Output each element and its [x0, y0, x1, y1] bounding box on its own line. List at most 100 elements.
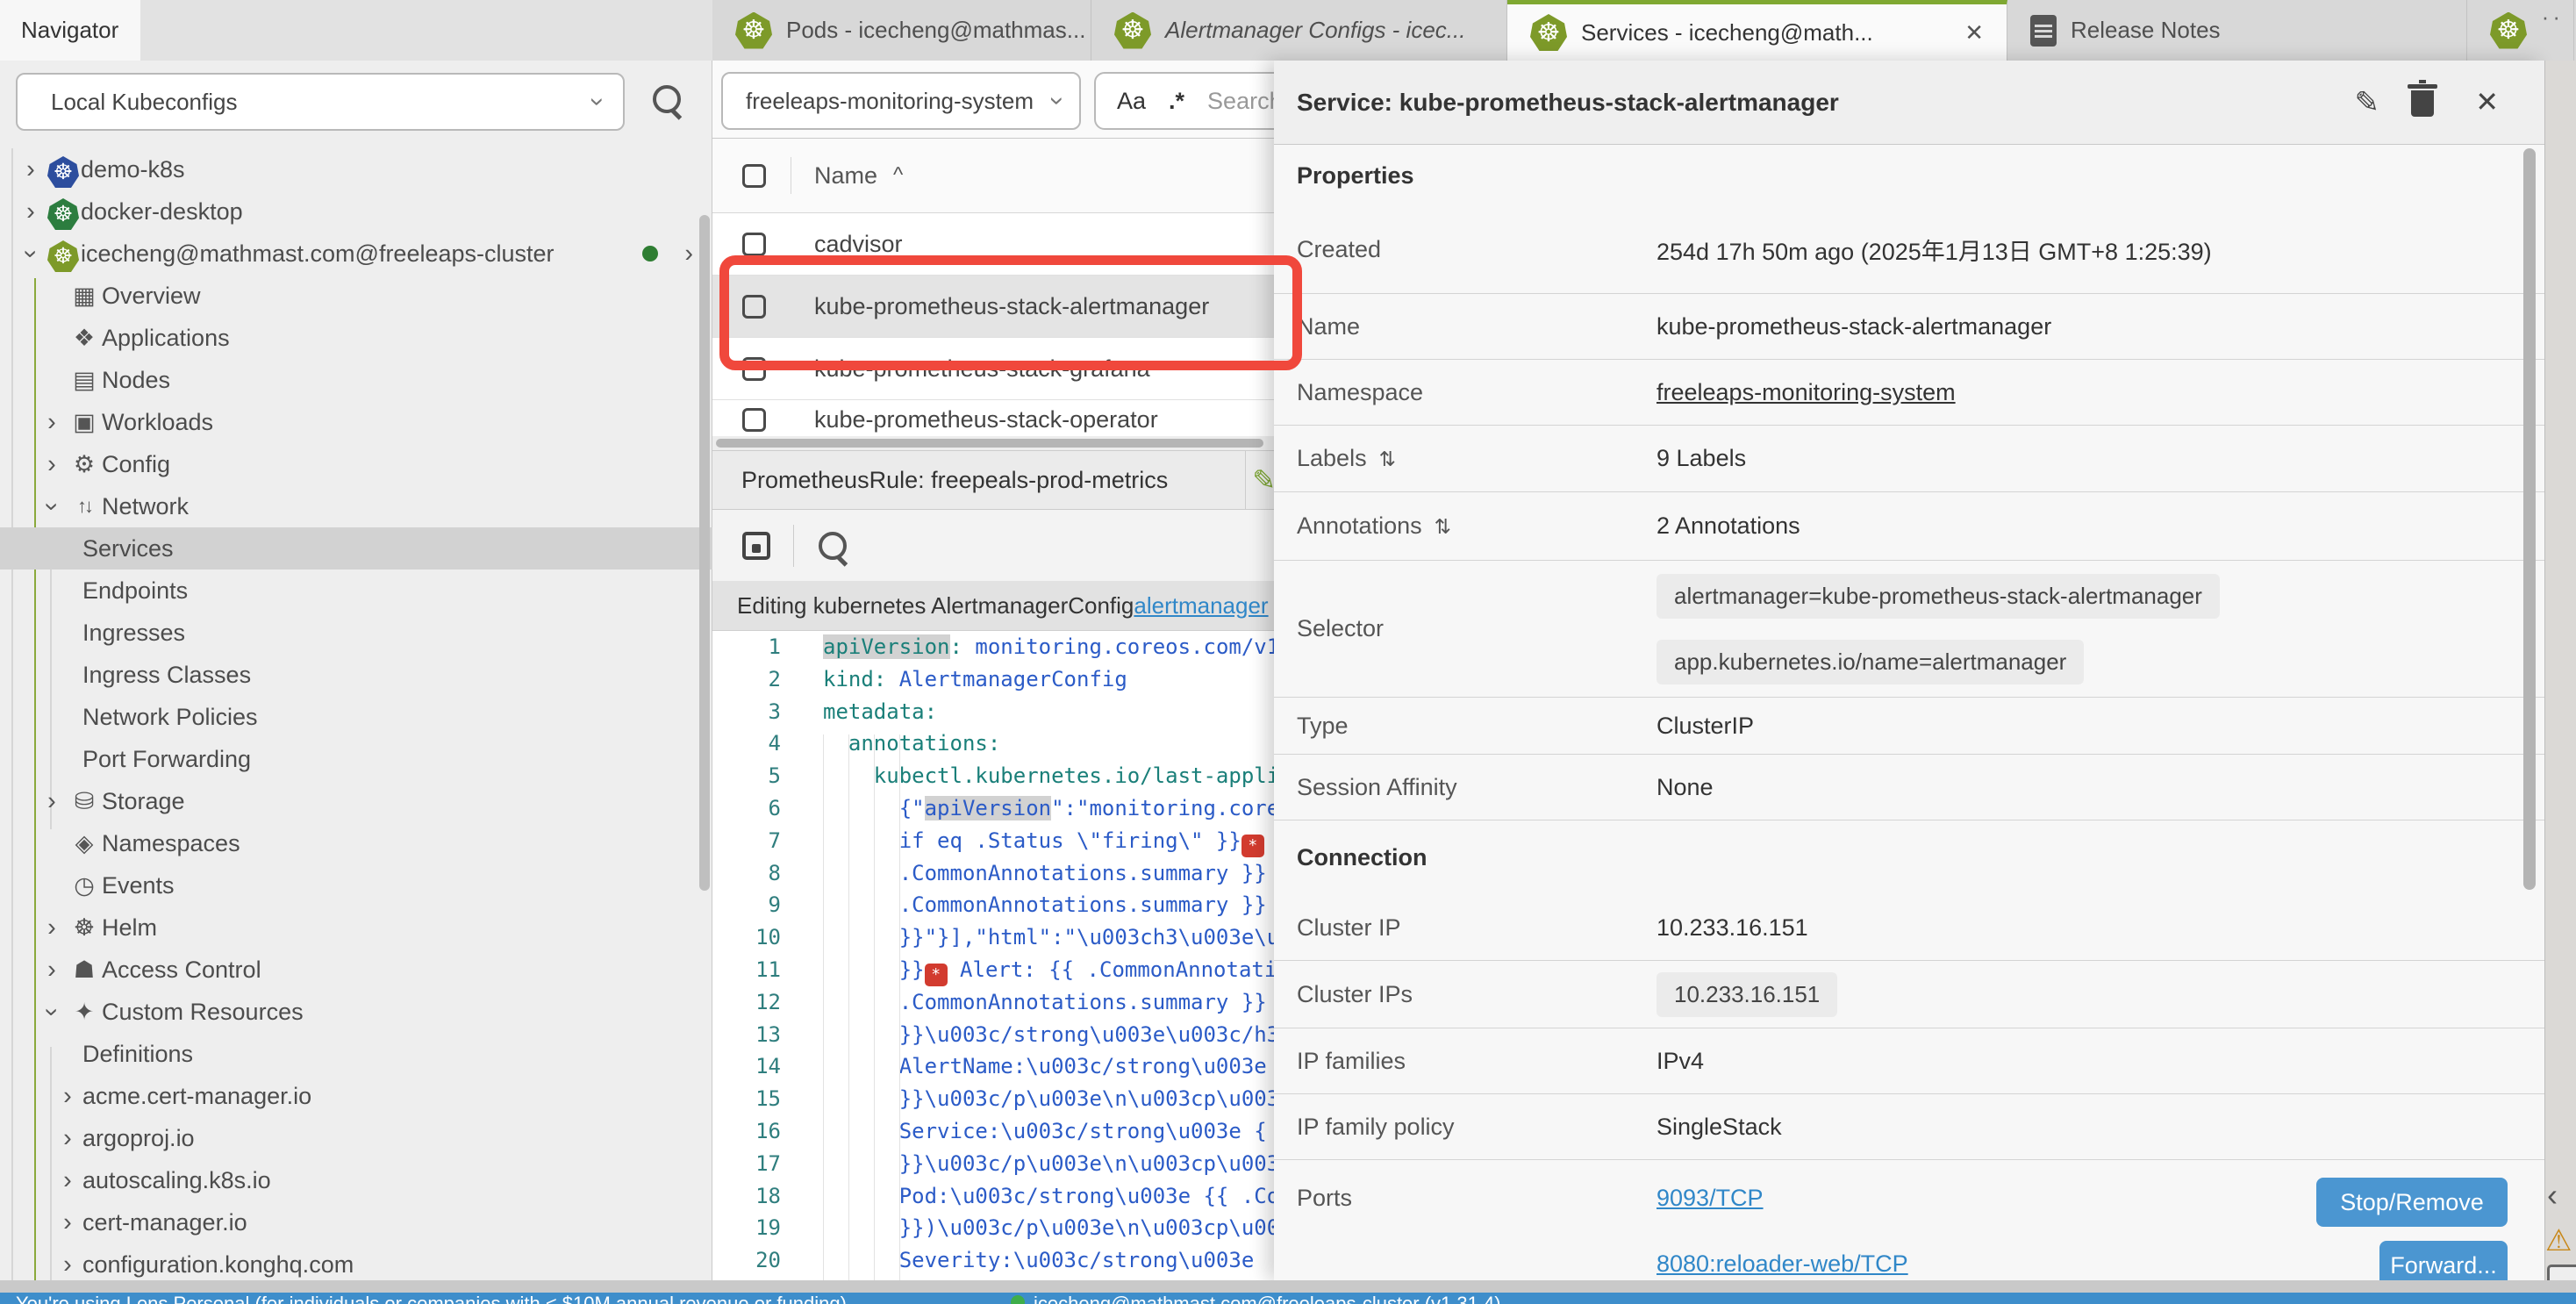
column-header-name[interactable]: Name — [814, 162, 877, 190]
tab-release-notes[interactable]: Release Notes — [2007, 0, 2467, 61]
sidebar-item-definitions[interactable]: Definitions — [0, 1033, 712, 1075]
chevron-right-icon[interactable]: › — [37, 956, 67, 985]
line-number: 14 — [712, 1050, 781, 1083]
delete-icon[interactable] — [2411, 90, 2434, 117]
sidebar-item-helm[interactable]: ›☸Helm — [0, 906, 712, 949]
chevron-down-icon[interactable]: › — [38, 491, 67, 521]
tab-alertmanager-configs-icec[interactable]: ☸Alertmanager Configs - icec... — [1091, 0, 1507, 61]
resource-bar-title: PrometheusRule: freepeals-prod-metrics — [741, 467, 1168, 494]
code-line: 15 }}\u003c/p\u003e\n\u003cp\u003 — [712, 1083, 1274, 1115]
chevron-right-icon[interactable]: › — [16, 197, 46, 226]
yaml-editor[interactable]: 1apiVersion: monitoring.coreos.com/v12ki… — [712, 631, 1274, 1280]
cluster-status-dot — [1011, 1295, 1025, 1304]
tab-services-icecheng-math[interactable]: ☸Services - icecheng@math...✕ — [1507, 0, 2007, 61]
chevron-right-icon[interactable]: › — [16, 155, 46, 184]
sidebar-item-events[interactable]: ◷Events — [0, 864, 712, 906]
sort-toggle-icon[interactable]: ⇅ — [1435, 515, 1451, 538]
code-token: {" — [899, 796, 925, 820]
code-token — [823, 990, 899, 1014]
sidebar-item-custom-resources[interactable]: ›✦Custom Resources — [0, 991, 712, 1033]
editor-search-icon[interactable] — [819, 532, 847, 560]
chevron-down-icon[interactable]: › — [38, 997, 67, 1027]
chevron-right-icon[interactable]: › — [37, 787, 67, 816]
edit-resource-icon[interactable]: ✎ — [1252, 463, 1276, 497]
sidebar-item-applications[interactable]: ❖Applications — [0, 317, 712, 359]
sidebar-item-config[interactable]: ›⚙Config — [0, 443, 712, 485]
save-icon[interactable] — [742, 532, 770, 560]
sidebar-item-ingress-classes[interactable]: Ingress Classes — [0, 654, 712, 696]
sidebar-item-autoscaling-k8s-io[interactable]: ›autoscaling.k8s.io — [0, 1159, 712, 1201]
sidebar-item-storage[interactable]: ›⛁Storage — [0, 780, 712, 822]
chevron-right-icon[interactable]: › — [684, 240, 693, 269]
code-text: }})\u003c/p\u003e\n\u003cp\u00 — [781, 1212, 1274, 1244]
select-all-checkbox[interactable] — [742, 164, 766, 188]
port-link[interactable]: 9093/TCP — [1657, 1185, 1764, 1212]
detail-label: Name — [1297, 313, 1657, 340]
code-token: .CommonAnnotations.summary }} — [899, 892, 1267, 917]
sidebar-item-icecheng-mathmast-com-freeleaps-cluster[interactable]: ›☸icecheng@mathmast.com@freeleaps-cluste… — [0, 233, 712, 275]
code-line: 1apiVersion: monitoring.coreos.com/v1 — [712, 631, 1274, 663]
list-horizontal-scrollbar[interactable] — [712, 436, 1274, 450]
close-tab-icon[interactable]: ✕ — [1961, 19, 1987, 47]
sidebar-item-configuration-konghq-com[interactable]: ›configuration.konghq.com — [0, 1243, 712, 1280]
sidebar-item-network[interactable]: ›↑↓Network — [0, 485, 712, 527]
chevron-right-icon[interactable]: › — [37, 450, 67, 479]
row-checkbox[interactable] — [742, 233, 766, 256]
namespace-select[interactable]: freeleaps-monitoring-system › — [721, 72, 1081, 130]
sidebar-search-button[interactable] — [653, 85, 681, 118]
sidebar-item-ingresses[interactable]: Ingresses — [0, 612, 712, 654]
forward-button[interactable]: Forward... — [2379, 1241, 2508, 1280]
row-checkbox[interactable] — [742, 408, 766, 432]
line-number: 16 — [712, 1115, 781, 1148]
stop-remove-button[interactable]: Stop/Remove — [2316, 1178, 2508, 1227]
edit-icon[interactable]: ✎ — [2355, 85, 2380, 120]
chevron-right-icon[interactable]: › — [53, 1250, 82, 1279]
kubernetes-icon: ☸ — [46, 235, 81, 272]
sidebar-item-nodes[interactable]: ▤Nodes — [0, 359, 712, 401]
chevron-right-icon[interactable]: › — [37, 914, 67, 942]
sidebar-item-label: Applications — [102, 325, 230, 352]
detail-row-ip-families: IP familiesIPv4 — [1274, 1028, 2544, 1094]
sidebar-item-namespaces[interactable]: ◈Namespaces — [0, 822, 712, 864]
navigator-tab[interactable]: Navigator — [0, 0, 140, 61]
code-line: 20 Severity:\u003c/strong\u003e — [712, 1244, 1274, 1277]
sidebar-item-docker-desktop[interactable]: ›☸docker-desktop — [0, 190, 712, 233]
sidebar-item-argoproj-io[interactable]: ›argoproj.io — [0, 1117, 712, 1159]
regex-icon[interactable]: .* — [1169, 88, 1184, 115]
match-case-icon[interactable]: Aa — [1117, 88, 1146, 115]
chevron-right-icon[interactable]: › — [37, 408, 67, 437]
sidebar-item-network-policies[interactable]: Network Policies — [0, 696, 712, 738]
panel-body: PropertiesCreated254d 17h 50m ago (2025年… — [1274, 145, 2544, 1280]
scrollbar-thumb[interactable] — [716, 439, 1263, 448]
sidebar-item-cert-manager-io[interactable]: ›cert-manager.io — [0, 1201, 712, 1243]
status-cluster[interactable]: icecheng@mathmast.com@freeleaps-cluster … — [1011, 1293, 1501, 1304]
editing-resource-link[interactable]: alertmanager — [1134, 592, 1268, 620]
code-line: 6 {"apiVersion":"monitoring.core — [712, 792, 1274, 825]
port-link[interactable]: 8080:reloader-web/TCP — [1657, 1250, 1908, 1278]
table-row-kube-prometheus-stack-operator[interactable]: kube-prometheus-stack-operator — [712, 400, 1274, 441]
red-highlight-annotation — [719, 255, 1302, 370]
chevron-right-icon[interactable]: › — [53, 1166, 82, 1195]
sidebar-item-services[interactable]: Services — [0, 527, 712, 570]
namespace-link[interactable]: freeleaps-monitoring-system — [1657, 379, 1956, 406]
sort-toggle-icon[interactable]: ⇅ — [1379, 448, 1396, 470]
sidebar-item-access-control[interactable]: ›☗Access Control — [0, 949, 712, 991]
sidebar-item-endpoints[interactable]: Endpoints — [0, 570, 712, 612]
chevron-right-icon[interactable]: › — [53, 1124, 82, 1153]
sort-asc-icon[interactable]: ^ — [893, 163, 903, 188]
sidebar-item-demo-k8s[interactable]: ›☸demo-k8s — [0, 148, 712, 190]
sidebar-item-acme-cert-manager-io[interactable]: ›acme.cert-manager.io — [0, 1075, 712, 1117]
sidebar-scrollbar[interactable] — [699, 215, 710, 891]
overview-icon: ▦ — [67, 283, 102, 310]
chevron-right-icon[interactable]: › — [53, 1082, 82, 1111]
chevron-right-icon[interactable]: › — [53, 1208, 82, 1237]
bottom-strip — [0, 1280, 2576, 1293]
tab-pods-icecheng-mathmas[interactable]: ☸Pods - icecheng@mathmas... — [712, 0, 1091, 61]
panel-scrollbar[interactable] — [2523, 148, 2536, 890]
sidebar-item-overview[interactable]: ▦Overview — [0, 275, 712, 317]
close-icon[interactable]: ✕ — [2475, 85, 2499, 118]
chevron-down-icon[interactable]: › — [17, 239, 46, 269]
sidebar-item-workloads[interactable]: ›▣Workloads — [0, 401, 712, 443]
sidebar-item-port-forwarding[interactable]: Port Forwarding — [0, 738, 712, 780]
kubeconfig-select[interactable]: Local Kubeconfigs › — [16, 73, 625, 131]
